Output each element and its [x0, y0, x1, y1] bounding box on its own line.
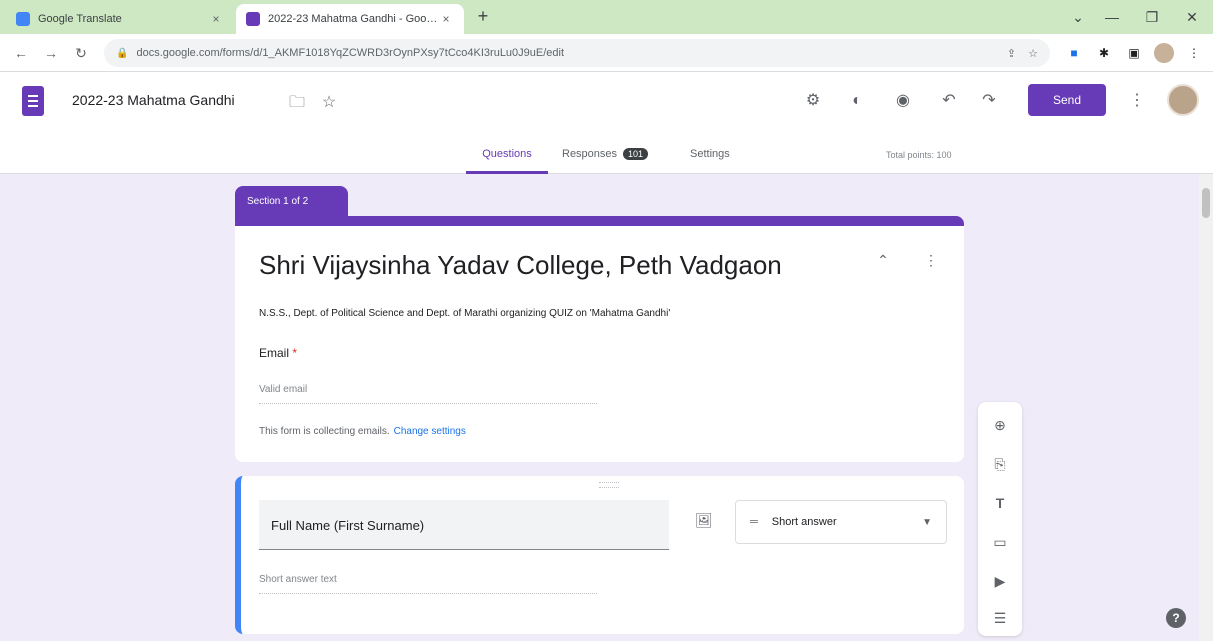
- undo-icon[interactable]: ↶: [938, 90, 960, 112]
- new-tab-button[interactable]: +: [472, 6, 494, 28]
- browser-tab-strip: Google Translate × 2022-23 Mahatma Gandh…: [0, 0, 1213, 34]
- add-question-icon[interactable]: ⊕: [989, 414, 1011, 436]
- profile-avatar[interactable]: [1154, 43, 1174, 63]
- chevron-down-icon[interactable]: ⌄: [1064, 6, 1092, 28]
- short-answer-icon: ═: [750, 516, 758, 528]
- add-video-icon[interactable]: ▶: [989, 570, 1011, 592]
- star-icon[interactable]: ☆: [1028, 47, 1038, 60]
- addon-puzzle-icon[interactable]: ⚙: [802, 90, 824, 112]
- tab-title: Google Translate: [38, 13, 122, 25]
- send-button[interactable]: Send: [1028, 84, 1106, 116]
- minimize-button[interactable]: —: [1098, 6, 1126, 28]
- more-options-icon[interactable]: ⋮: [1126, 90, 1148, 112]
- tab-responses[interactable]: Responses 101: [562, 148, 649, 174]
- reload-icon[interactable]: ↻: [70, 42, 92, 64]
- browser-tab-google-forms[interactable]: 2022-23 Mahatma Gandhi - Google Forms ×: [236, 4, 464, 34]
- address-bar[interactable]: 🔒 docs.google.com/forms/d/1_AKMF1018YqZC…: [104, 39, 1050, 67]
- scrollbar-thumb[interactable]: [1202, 188, 1210, 218]
- email-label-text: Email: [259, 346, 290, 360]
- browser-tab-google-translate[interactable]: Google Translate ×: [6, 4, 234, 34]
- extension-icon[interactable]: ■: [1064, 43, 1084, 63]
- star-icon[interactable]: ☆: [318, 92, 340, 114]
- puzzle-extensions-icon[interactable]: ✱: [1094, 43, 1114, 63]
- form-nav-tabs: Questions Responses 101 Settings Total po…: [0, 144, 1213, 174]
- form-name[interactable]: 2022-23 Mahatma Gandhi: [72, 92, 235, 108]
- browser-toolbar: ← → ↻ 🔒 docs.google.com/forms/d/1_AKMF10…: [0, 34, 1213, 72]
- restore-button[interactable]: ❐: [1138, 6, 1166, 28]
- question-toolbar: ⊕ ⎘ T ▭ ▶ ☰: [978, 402, 1022, 636]
- add-image-icon[interactable]: ▭: [989, 531, 1011, 553]
- lock-icon: 🔒: [116, 47, 129, 59]
- change-settings-link[interactable]: Change settings: [394, 426, 466, 437]
- tab-settings[interactable]: Settings: [690, 148, 730, 174]
- responses-count-badge: 101: [623, 148, 649, 160]
- preview-eye-icon[interactable]: ◉: [892, 90, 914, 112]
- url-text: docs.google.com/forms/d/1_AKMF1018YqZCWR…: [136, 47, 565, 59]
- question-type-select[interactable]: ═ Short answer ▼: [735, 500, 947, 544]
- section-more-icon[interactable]: ⋮: [923, 252, 939, 269]
- palette-icon[interactable]: ◐: [846, 90, 868, 112]
- add-section-icon[interactable]: ☰: [989, 607, 1011, 629]
- drag-handle-icon[interactable]: [599, 482, 619, 488]
- email-field: Valid email: [259, 384, 597, 404]
- collapse-section-icon[interactable]: ⌃: [875, 252, 891, 269]
- browser-menu-icon[interactable]: ⋮: [1184, 43, 1204, 63]
- collecting-text: This form is collecting emails.: [259, 426, 390, 437]
- account-avatar[interactable]: [1167, 84, 1199, 116]
- required-marker: *: [292, 346, 298, 360]
- add-title-icon[interactable]: T: [989, 492, 1011, 514]
- side-panel-icon[interactable]: ▣: [1124, 43, 1144, 63]
- folder-icon[interactable]: 🗀: [286, 92, 308, 114]
- tab-title: 2022-23 Mahatma Gandhi - Google Forms: [268, 13, 438, 25]
- share-icon[interactable]: ⇪: [1007, 47, 1016, 60]
- question-type-label: Short answer: [771, 516, 837, 528]
- question-card[interactable]: Full Name (First Surname) 🖼 ═ Short answ…: [235, 476, 964, 634]
- chevron-down-icon: ▼: [922, 516, 932, 528]
- scrollbar-track[interactable]: [1199, 174, 1213, 641]
- tab-questions[interactable]: Questions: [466, 148, 548, 174]
- forward-arrow-icon[interactable]: →: [40, 42, 62, 64]
- redo-icon[interactable]: ↷: [978, 90, 1000, 112]
- tab-close-icon[interactable]: ×: [208, 12, 224, 26]
- tab-responses-label: Responses: [562, 148, 618, 160]
- email-label: Email *: [259, 346, 297, 360]
- import-questions-icon[interactable]: ⎘: [989, 453, 1011, 475]
- collecting-emails-note: This form is collecting emails. Change se…: [259, 426, 466, 437]
- question-title-input[interactable]: Full Name (First Surname): [259, 500, 669, 550]
- add-image-icon[interactable]: 🖼: [695, 512, 713, 529]
- tab-close-icon[interactable]: ×: [438, 12, 454, 26]
- form-title[interactable]: Shri Vijaysinha Yadav College, Peth Vadg…: [259, 250, 782, 281]
- forms-header: 2022-23 Mahatma Gandhi 🗀 ☆ ⚙ ◐ ◉ ↶ ↷ Sen…: [0, 72, 1213, 174]
- total-points: Total points: 100: [886, 150, 952, 160]
- back-arrow-icon[interactable]: ←: [10, 42, 32, 64]
- google-forms-favicon-icon: [246, 12, 260, 26]
- google-forms-logo-icon[interactable]: [22, 86, 44, 116]
- help-icon[interactable]: ?: [1166, 608, 1186, 628]
- form-description[interactable]: N.S.S., Dept. of Political Science and D…: [259, 308, 670, 319]
- short-answer-placeholder: Short answer text: [259, 574, 597, 594]
- google-translate-icon: [16, 12, 30, 26]
- form-title-card[interactable]: Shri Vijaysinha Yadav College, Peth Vadg…: [235, 216, 964, 462]
- close-window-button[interactable]: ✕: [1178, 6, 1206, 28]
